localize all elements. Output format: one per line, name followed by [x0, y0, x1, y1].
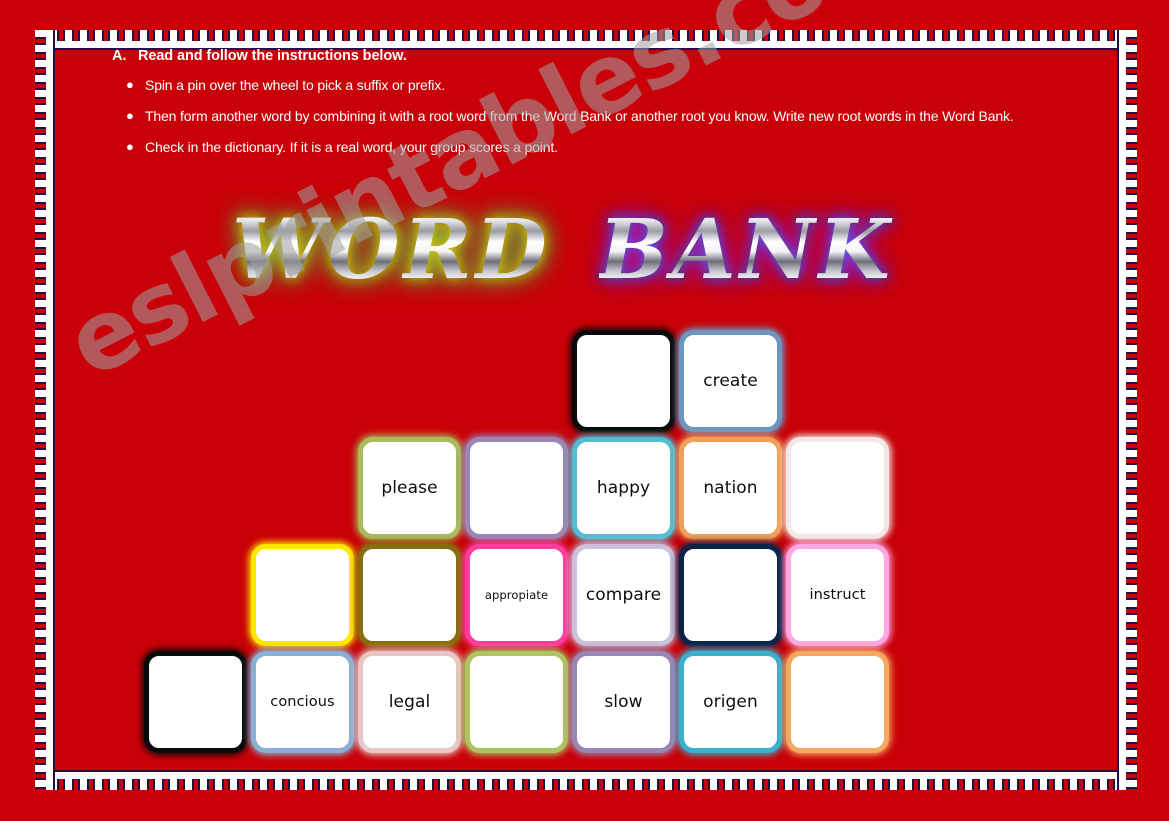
word-card-label: origen [703, 692, 758, 712]
word-card-create[interactable]: create [679, 330, 782, 432]
word-card-blank[interactable] [786, 437, 889, 539]
word-card-blank[interactable] [465, 651, 568, 753]
instruction-bullet-3: ● Check in the dictionary. If it is a re… [112, 136, 1072, 159]
card-inner-ring [364, 550, 455, 640]
word-card-instruct[interactable]: instruct [786, 544, 889, 646]
word-card-label: happy [596, 478, 651, 498]
card-inner-ring [150, 657, 241, 747]
word-card-compare[interactable]: compare [572, 544, 675, 646]
word-card-blank[interactable] [572, 330, 675, 432]
word-card-label: slow [604, 692, 643, 712]
card-inner-ring [471, 657, 562, 747]
card-inner-ring [685, 550, 776, 640]
word-card-slow[interactable]: slow [572, 651, 675, 753]
card-inner-ring [471, 443, 562, 533]
word-card-blank[interactable] [786, 651, 889, 753]
bullet-dot-icon: ● [126, 139, 134, 155]
word-card-label: create [703, 371, 758, 391]
word-card-blank[interactable] [465, 437, 568, 539]
instruction-text-1: Spin a pin over the wheel to pick a suff… [145, 77, 445, 93]
word-card-label: nation [703, 478, 758, 498]
title-word-bank: BANK [598, 202, 894, 298]
word-card-label: legal [388, 692, 431, 712]
word-card-grid: create please happy nation appropiate compare… [144, 330, 890, 760]
word-card-label: instruct [809, 587, 866, 603]
bullet-dot-icon: ● [126, 108, 134, 124]
word-card-label: please [381, 478, 438, 498]
border-left [35, 30, 55, 790]
worksheet-page: A. Read and follow the instructions belo… [0, 0, 1169, 821]
border-right [1117, 30, 1137, 790]
title-word-word: WORD [232, 202, 551, 298]
bullet-dot-icon: ● [126, 77, 134, 92]
word-card-blank[interactable] [251, 544, 354, 646]
instruction-text-3: Check in the dictionary. If it is a real… [145, 139, 558, 156]
card-inner-ring [257, 550, 348, 640]
word-card-blank[interactable] [144, 651, 247, 753]
word-card-happy[interactable]: happy [572, 437, 675, 539]
word-card-concious[interactable]: concious [251, 651, 354, 753]
word-card-origen[interactable]: origen [679, 651, 782, 753]
word-card-please[interactable]: please [358, 437, 461, 539]
word-card-blank[interactable] [358, 544, 461, 646]
word-card-label: concious [270, 694, 335, 710]
instructions-block: A. Read and follow the instructions belo… [112, 48, 1072, 167]
instruction-bullet-2: ● Then form another word by combining it… [112, 105, 1072, 128]
word-card-blank[interactable] [679, 544, 782, 646]
card-inner-ring [792, 657, 883, 747]
border-top [35, 30, 1137, 50]
instructions-heading: A. Read and follow the instructions belo… [112, 48, 1072, 64]
word-bank-title: WORD BANK [232, 186, 932, 314]
card-inner-ring [578, 336, 669, 426]
word-card-label: appropiate [484, 588, 549, 602]
word-card-legal[interactable]: legal [358, 651, 461, 753]
instruction-text-2: Then form another word by combining it w… [145, 108, 1014, 125]
border-bottom [35, 770, 1137, 790]
instruction-bullet-1: ● Spin a pin over the wheel to pick a su… [112, 74, 1072, 97]
word-card-label: compare [585, 585, 662, 605]
heading-text: Read and follow the instructions below. [138, 48, 407, 64]
card-inner-ring [792, 443, 883, 533]
word-card-appropiate[interactable]: appropiate [465, 544, 568, 646]
heading-marker: A. [112, 48, 127, 64]
word-card-nation[interactable]: nation [679, 437, 782, 539]
